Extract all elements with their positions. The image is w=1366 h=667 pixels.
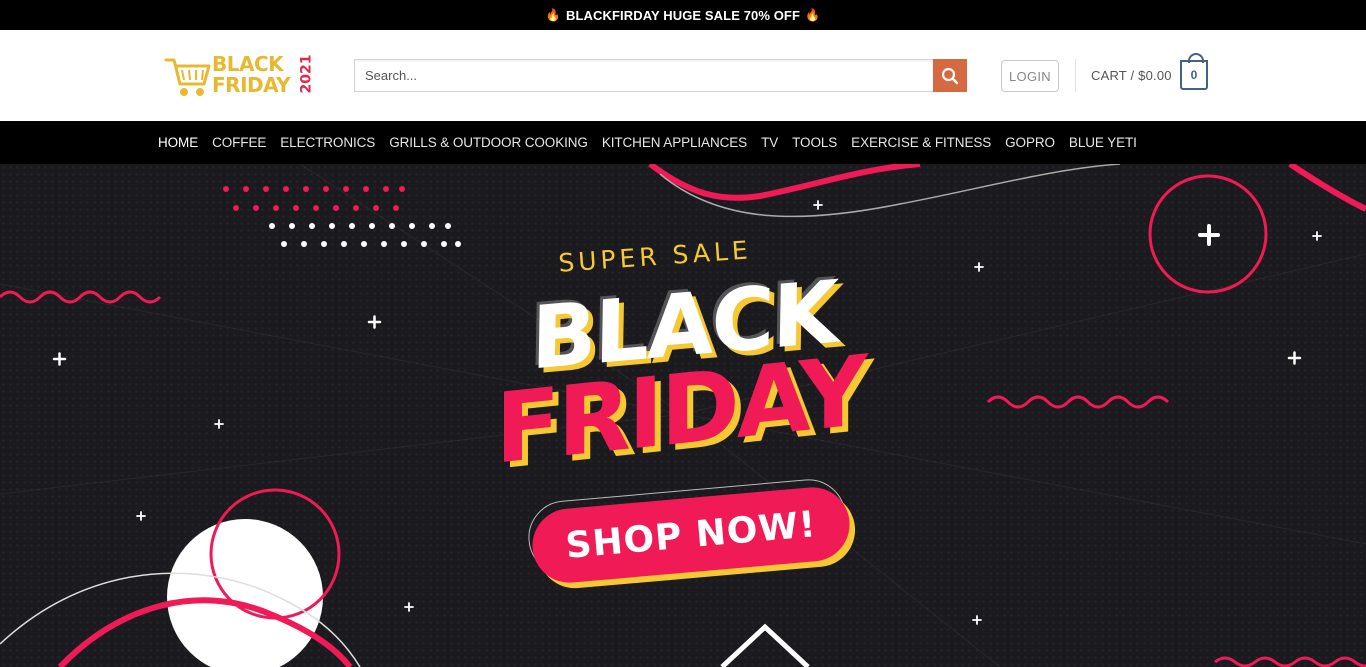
nav-item-home[interactable]: HOME xyxy=(158,135,198,150)
search-input[interactable] xyxy=(355,60,933,91)
nav-item-gopro[interactable]: GOPRO xyxy=(1005,135,1055,150)
search-icon xyxy=(941,67,959,84)
nav-item-tools[interactable]: TOOLS xyxy=(792,135,837,150)
search-button[interactable] xyxy=(933,59,967,92)
nav-item-grills[interactable]: GRILLS & OUTDOOR COOKING xyxy=(389,135,588,150)
logo-year: 2021 xyxy=(298,54,315,94)
nav-item-kitchen-appliances[interactable]: KITCHEN APPLIANCES xyxy=(602,135,747,150)
nav-item-exercise-fitness[interactable]: EXERCISE & FITNESS xyxy=(851,135,991,150)
logo-text-friday: FRIDAY xyxy=(212,73,291,97)
logo-text-black: BLACK xyxy=(212,52,284,76)
fire-icon: 🔥 xyxy=(805,8,821,22)
cart-link[interactable]: CART / $0.00 xyxy=(1091,68,1172,83)
hero-banner[interactable]: SUPER SALE BLACK FRIDAY SHOP NOW! xyxy=(0,164,1366,667)
nav-item-tv[interactable]: TV xyxy=(761,135,778,150)
announcement-text: BLACKFIRDAY HUGE SALE 70% OFF xyxy=(565,7,801,23)
main-nav: HOME COFFEE ELECTRONICS GRILLS & OUTDOOR… xyxy=(0,121,1366,164)
shopping-cart-icon xyxy=(164,58,211,96)
nav-item-blue-yeti[interactable]: BLUE YETI xyxy=(1069,135,1137,150)
site-logo[interactable]: BLACK FRIDAY 2021 xyxy=(164,52,320,102)
search-box xyxy=(354,59,934,92)
nav-item-electronics[interactable]: ELECTRONICS xyxy=(280,135,375,150)
site-header: BLACK FRIDAY 2021 LOGIN CART / $0.00 0 xyxy=(0,30,1366,121)
fire-icon: 🔥 xyxy=(545,8,561,22)
login-button[interactable]: LOGIN xyxy=(1001,60,1059,92)
nav-item-coffee[interactable]: COFFEE xyxy=(212,135,266,150)
cart-icon[interactable]: 0 xyxy=(1180,53,1208,90)
announcement-bar: 🔥 BLACKFIRDAY HUGE SALE 70% OFF 🔥 xyxy=(0,0,1366,30)
cart-count-badge: 0 xyxy=(1190,68,1198,82)
header-divider xyxy=(1075,59,1076,92)
